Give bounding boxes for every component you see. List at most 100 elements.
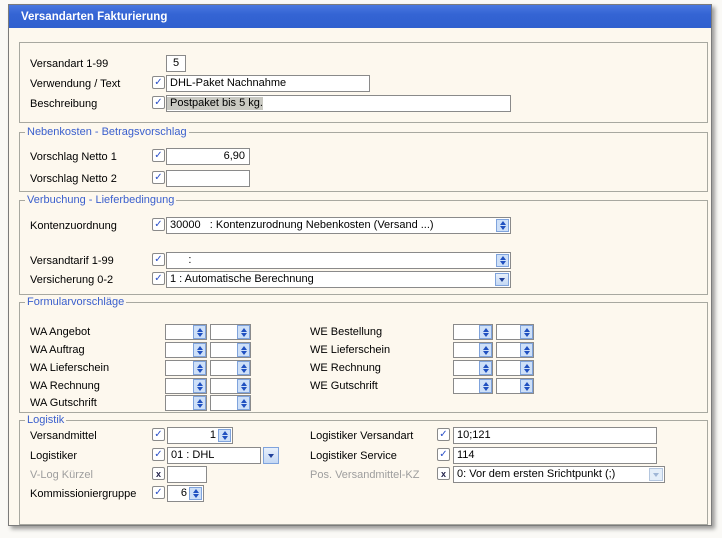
logistik-legend: Logistik xyxy=(25,414,66,427)
versandtarif-check-icon[interactable]: ✓ xyxy=(152,253,165,266)
spinner-icon[interactable] xyxy=(193,379,206,393)
wa-lieferschein-spinbox-1[interactable] xyxy=(165,360,207,376)
pos-versandmittel-kz-cross-icon[interactable]: x xyxy=(437,467,450,480)
wa-gutschrift-spinbox-1[interactable] xyxy=(165,395,207,411)
kommissioniergruppe-spinner-icon[interactable] xyxy=(189,487,202,500)
kontenzuordnung-check-icon[interactable]: ✓ xyxy=(152,218,165,231)
wa-angebot-label: WA Angebot xyxy=(30,326,90,339)
wa-auftrag-spinbox-1[interactable] xyxy=(165,342,207,358)
spinner-icon[interactable] xyxy=(479,379,492,393)
beschreibung-label: Beschreibung xyxy=(30,98,97,111)
logistiker-versandart-value: 10;121 xyxy=(454,429,491,442)
spinner-icon[interactable] xyxy=(237,379,250,393)
versicherung-dropdown-arrow-icon[interactable] xyxy=(495,273,509,286)
logistiker-dropdown-arrow-icon[interactable] xyxy=(263,447,279,464)
logistiker-service-value: 114 xyxy=(454,449,475,462)
we-lieferschein-label: WE Lieferschein xyxy=(310,344,390,357)
verwendung-check-icon[interactable]: ✓ xyxy=(152,76,165,89)
spinner-icon[interactable] xyxy=(520,343,533,357)
verbuchung-legend: Verbuchung - Lieferbedingung xyxy=(25,194,176,207)
wa-lieferschein-spinbox-2[interactable] xyxy=(210,360,251,376)
wa-rechnung-spinbox-1[interactable] xyxy=(165,378,207,394)
spinner-icon[interactable] xyxy=(237,343,250,357)
vlog-kuerzel-cross-icon[interactable]: x xyxy=(152,467,165,480)
spinner-icon[interactable] xyxy=(237,361,250,375)
kontenzuordnung-label: Kontenzuordnung xyxy=(30,220,117,233)
versicherung-dropdown[interactable]: 1 : Automatische Berechnung xyxy=(166,271,511,288)
beschreibung-value: Postpaket bis 5 kg. xyxy=(167,97,263,110)
wa-rechnung-label: WA Rechnung xyxy=(30,380,100,393)
netto2-label: Vorschlag Netto 2 xyxy=(30,173,117,186)
versicherung-check-icon[interactable]: ✓ xyxy=(152,272,165,285)
versandtarif-label: Versandtarif 1-99 xyxy=(30,255,114,268)
pos-versandmittel-kz-dropdown[interactable]: 0: Vor dem ersten Srichtpunkt (;) xyxy=(453,466,665,483)
spinner-icon[interactable] xyxy=(237,396,250,410)
logistiker-versandart-input[interactable]: 10;121 xyxy=(453,427,657,444)
app-window: Versandarten Fakturierung Versandart 1-9… xyxy=(8,4,712,526)
netto2-check-icon[interactable]: ✓ xyxy=(152,171,165,184)
logistiker-service-input[interactable]: 114 xyxy=(453,447,657,464)
spinner-icon[interactable] xyxy=(193,343,206,357)
kommissioniergruppe-value: 6 xyxy=(181,487,187,500)
kommissioniergruppe-input[interactable]: 6 xyxy=(167,485,204,502)
versandart-value: 5 xyxy=(173,57,179,70)
wa-rechnung-spinbox-2[interactable] xyxy=(210,378,251,394)
kontenzuordnung-combo[interactable]: 30000 : Kontenzurodnung Nebenkosten (Ver… xyxy=(166,217,511,234)
logistiker-service-check-icon[interactable]: ✓ xyxy=(437,448,450,461)
versandmittel-input[interactable]: 1 xyxy=(167,427,233,444)
logistiker-dropdown[interactable]: 01 : DHL xyxy=(167,447,261,464)
verwendung-label: Verwendung / Text xyxy=(30,78,120,91)
versandtarif-spinner-icon[interactable] xyxy=(496,254,509,267)
wa-gutschrift-spinbox-2[interactable] xyxy=(210,395,251,411)
netto1-check-icon[interactable]: ✓ xyxy=(152,149,165,162)
pos-versandmittel-kz-value: 0: Vor dem ersten Srichtpunkt (;) xyxy=(454,468,615,481)
pos-versandmittel-kz-dropdown-arrow-icon xyxy=(649,468,663,481)
spinner-icon[interactable] xyxy=(479,325,492,339)
versandart-input[interactable]: 5 xyxy=(166,55,186,72)
we-lieferschein-spinbox-1[interactable] xyxy=(453,342,493,358)
spinner-icon[interactable] xyxy=(479,361,492,375)
logistiker-versandart-label: Logistiker Versandart xyxy=(310,430,413,443)
we-bestellung-spinbox-1[interactable] xyxy=(453,324,493,340)
we-gutschrift-label: WE Gutschrift xyxy=(310,380,378,393)
spinner-icon[interactable] xyxy=(237,325,250,339)
spinner-icon[interactable] xyxy=(520,379,533,393)
netto2-input[interactable] xyxy=(166,170,250,187)
beschreibung-input[interactable]: Postpaket bis 5 kg. xyxy=(166,95,511,112)
verwendung-input[interactable]: DHL-Paket Nachnahme xyxy=(166,75,370,92)
verwendung-value: DHL-Paket Nachnahme xyxy=(167,77,286,90)
we-gutschrift-spinbox-1[interactable] xyxy=(453,378,493,394)
wa-angebot-spinbox-1[interactable] xyxy=(165,324,207,340)
wa-gutschrift-label: WA Gutschrift xyxy=(30,397,97,410)
spinner-icon[interactable] xyxy=(479,343,492,357)
kommissioniergruppe-check-icon[interactable]: ✓ xyxy=(152,486,165,499)
beschreibung-check-icon[interactable]: ✓ xyxy=(152,96,165,109)
netto1-value: 6,90 xyxy=(224,150,245,163)
wa-angebot-spinbox-2[interactable] xyxy=(210,324,251,340)
spinner-icon[interactable] xyxy=(193,396,206,410)
netto1-input[interactable]: 6,90 xyxy=(166,148,250,165)
versicherung-label: Versicherung 0-2 xyxy=(30,274,113,287)
we-rechnung-spinbox-2[interactable] xyxy=(496,360,534,376)
wa-auftrag-spinbox-2[interactable] xyxy=(210,342,251,358)
vlog-kuerzel-input[interactable] xyxy=(167,466,207,483)
spinner-icon[interactable] xyxy=(193,361,206,375)
we-rechnung-spinbox-1[interactable] xyxy=(453,360,493,376)
versandart-label: Versandart 1-99 xyxy=(30,58,108,71)
form-content: Versandart 1-99 5 Verwendung / Text ✓ DH… xyxy=(9,28,711,525)
we-gutschrift-spinbox-2[interactable] xyxy=(496,378,534,394)
versandmittel-check-icon[interactable]: ✓ xyxy=(152,428,165,441)
kontenzuordnung-spinner-icon[interactable] xyxy=(496,219,509,232)
spinner-icon[interactable] xyxy=(520,361,533,375)
pos-versandmittel-kz-label: Pos. Versandmittel-KZ xyxy=(310,469,419,482)
window-title: Versandarten Fakturierung xyxy=(9,11,167,23)
versandmittel-value: 1 xyxy=(210,429,216,442)
versandmittel-spinner-icon[interactable] xyxy=(218,429,231,442)
we-bestellung-spinbox-2[interactable] xyxy=(496,324,534,340)
versandtarif-combo[interactable]: : xyxy=(166,252,511,269)
logistiker-versandart-check-icon[interactable]: ✓ xyxy=(437,428,450,441)
spinner-icon[interactable] xyxy=(520,325,533,339)
we-lieferschein-spinbox-2[interactable] xyxy=(496,342,534,358)
spinner-icon[interactable] xyxy=(193,325,206,339)
logistiker-check-icon[interactable]: ✓ xyxy=(152,448,165,461)
